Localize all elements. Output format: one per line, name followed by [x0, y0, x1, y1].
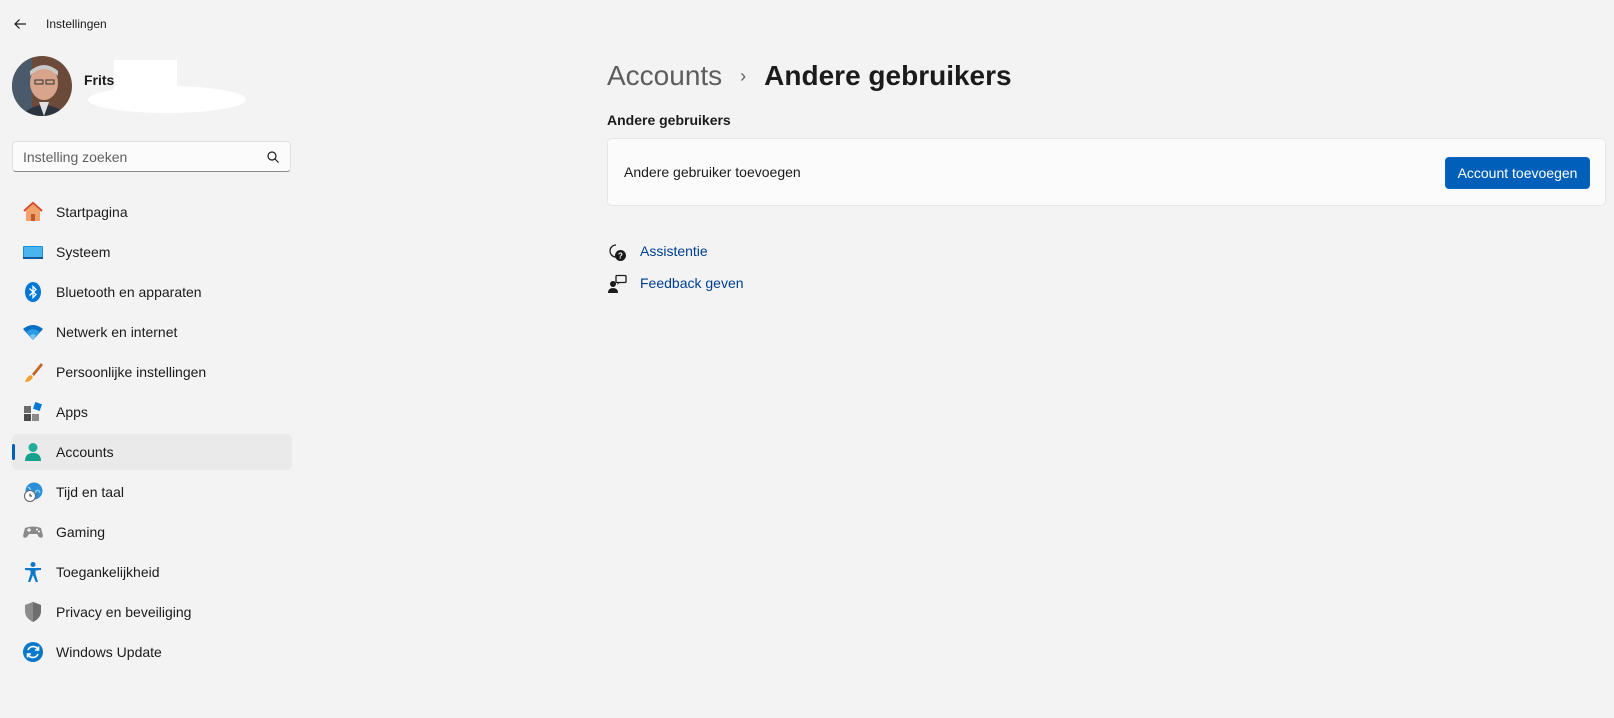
sidebar-item-label: Tijd en taal	[56, 484, 124, 500]
section-title: Andere gebruikers	[607, 112, 731, 128]
app-title: Instellingen	[46, 17, 107, 31]
globe-clock-icon	[22, 481, 44, 503]
sidebar-item-tijd-taal[interactable]: Tijd en taal	[12, 474, 292, 510]
page-title: Andere gebruikers	[764, 60, 1012, 91]
title-bar: Instellingen	[0, 0, 1614, 48]
sidebar-item-label: Accounts	[56, 444, 114, 460]
sidebar-item-bluetooth[interactable]: Bluetooth en apparaten	[12, 274, 292, 310]
sidebar-item-accounts[interactable]: Accounts	[12, 434, 292, 470]
help-icon: ?	[609, 244, 626, 261]
svg-text:?: ?	[618, 252, 623, 261]
sidebar-item-apps[interactable]: Apps	[12, 394, 292, 430]
search-icon[interactable]	[266, 150, 280, 164]
system-icon	[22, 241, 44, 263]
sidebar-item-label: Apps	[56, 404, 88, 420]
sidebar-item-gaming[interactable]: Gaming	[12, 514, 292, 550]
search-input[interactable]	[23, 142, 253, 171]
profile-name: Frits	[84, 72, 115, 88]
accounts-icon	[22, 441, 44, 463]
sidebar-item-persoonlijk[interactable]: Persoonlijke instellingen	[12, 354, 292, 390]
sidebar-item-startpagina[interactable]: Startpagina	[12, 194, 292, 230]
sidebar-item-netwerk[interactable]: Netwerk en internet	[12, 314, 292, 350]
home-icon	[22, 201, 44, 223]
search-box[interactable]	[12, 141, 291, 172]
feedback-link-label[interactable]: Feedback geven	[640, 275, 744, 291]
sidebar-item-windows-update[interactable]: Windows Update	[12, 634, 292, 670]
sidebar-item-label: Netwerk en internet	[56, 324, 178, 340]
wifi-icon	[22, 321, 44, 343]
breadcrumb-separator-icon: ›	[740, 65, 747, 86]
sidebar-item-privacy[interactable]: Privacy en beveiliging	[12, 594, 292, 630]
sidebar-item-label: Persoonlijke instellingen	[56, 364, 207, 380]
sidebar-item-systeem[interactable]: Systeem	[12, 234, 292, 270]
help-link-label[interactable]: Assistentie	[640, 243, 708, 259]
sidebar-item-label: Bluetooth en apparaten	[56, 284, 202, 300]
apps-icon	[22, 401, 44, 423]
user-profile[interactable]: Frits	[12, 56, 292, 118]
avatar	[12, 56, 72, 116]
shield-icon	[22, 601, 44, 623]
bluetooth-icon	[22, 281, 44, 303]
gamepad-icon	[22, 521, 44, 543]
selection-indicator	[12, 444, 15, 460]
back-button[interactable]	[8, 12, 32, 36]
card-label: Andere gebruiker toevoegen	[624, 164, 801, 180]
sidebar-item-label: Privacy en beveiliging	[56, 604, 192, 620]
breadcrumb-parent-link[interactable]: Accounts	[607, 60, 722, 92]
add-other-user-card: Andere gebruiker toevoegen Account toevo…	[607, 138, 1606, 206]
feedback-icon	[608, 274, 627, 293]
accessibility-icon	[22, 561, 44, 583]
sidebar-nav: Startpagina Systeem Bluetooth en apparat…	[12, 194, 292, 674]
update-icon	[22, 641, 44, 663]
redaction-mark	[88, 86, 246, 113]
breadcrumb: Accounts › Andere gebruikers	[607, 56, 1012, 96]
sidebar-item-label: Toegankelijkheid	[56, 564, 160, 580]
back-arrow-icon	[14, 19, 26, 29]
sidebar-item-toegankelijkheid[interactable]: Toegankelijkheid	[12, 554, 292, 590]
brush-icon	[22, 361, 44, 383]
sidebar-item-label: Windows Update	[56, 644, 162, 660]
add-account-button[interactable]: Account toevoegen	[1445, 157, 1590, 189]
sidebar-item-label: Startpagina	[56, 204, 128, 220]
sidebar-item-label: Gaming	[56, 524, 106, 540]
sidebar-item-label: Systeem	[56, 244, 111, 260]
